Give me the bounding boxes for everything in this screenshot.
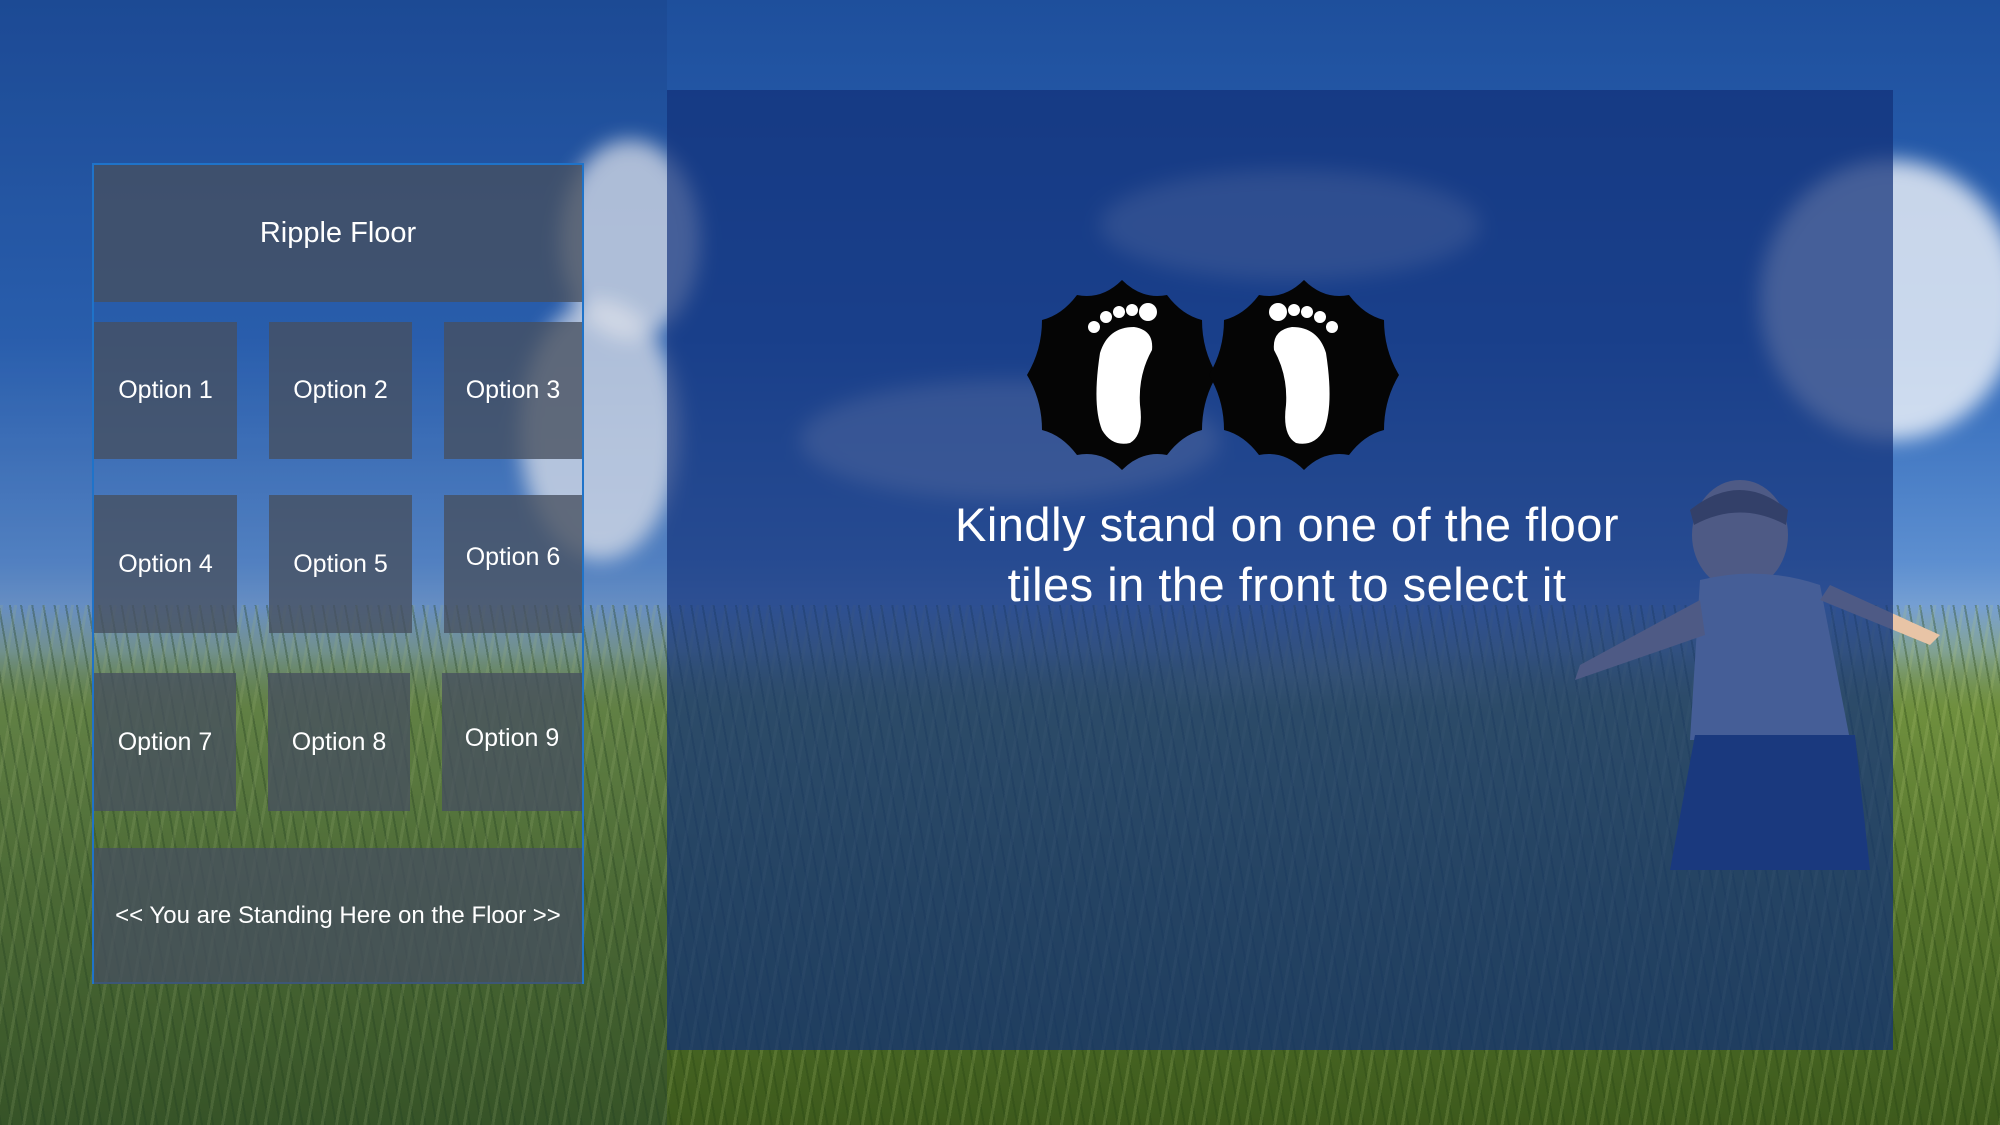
option-tile-3[interactable]: Option 3	[444, 322, 582, 459]
menu-title: Ripple Floor	[94, 165, 582, 302]
option-tile-9[interactable]: Option 9	[442, 673, 582, 811]
option-tile-6[interactable]: Option 6	[444, 495, 582, 633]
option-menu-panel: Ripple Floor Option 1 Option 2 Option 3 …	[92, 163, 584, 984]
standing-position-indicator: << You are Standing Here on the Floor >>	[94, 848, 582, 984]
option-tile-5[interactable]: Option 5	[269, 495, 412, 633]
footprints-icon	[1027, 280, 1399, 470]
option-tile-4[interactable]: Option 4	[94, 495, 237, 633]
option-tile-7[interactable]: Option 7	[94, 673, 236, 811]
option-tile-8[interactable]: Option 8	[268, 673, 410, 811]
option-tile-1[interactable]: Option 1	[94, 322, 237, 459]
option-tile-2[interactable]: Option 2	[269, 322, 412, 459]
instruction-text: Kindly stand on one of the floor tiles i…	[955, 498, 1619, 611]
instruction-panel: Kindly stand on one of the floor tiles i…	[667, 90, 1893, 1050]
